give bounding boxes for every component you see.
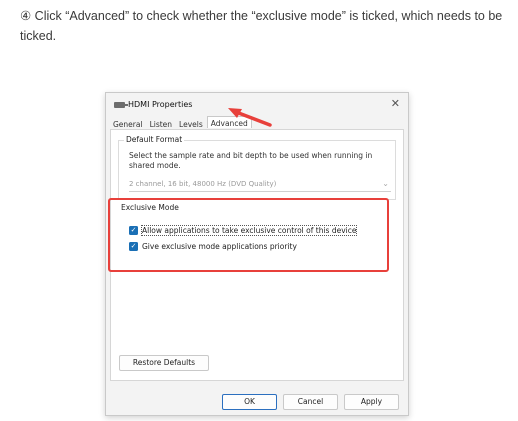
ok-button[interactable]: OK: [222, 394, 277, 410]
cancel-button[interactable]: Cancel: [283, 394, 338, 410]
exclusive-mode-highlight: [108, 198, 389, 272]
restore-defaults-button[interactable]: Restore Defaults: [119, 355, 209, 371]
default-format-label: Default Format: [124, 135, 185, 144]
default-format-value: 2 channel, 16 bit, 48000 Hz (DVD Quality…: [129, 180, 277, 188]
instruction-text: ④ Click “Advanced” to check whether the …: [20, 9, 503, 43]
default-format-dropdown[interactable]: 2 channel, 16 bit, 48000 Hz (DVD Quality…: [129, 177, 391, 192]
default-format-description: Select the sample rate and bit depth to …: [129, 151, 373, 170]
default-format-group: Default Format Select the sample rate an…: [118, 135, 396, 200]
apply-button[interactable]: Apply: [344, 394, 399, 410]
close-button[interactable]: ✕: [391, 97, 400, 110]
red-arrow-icon: [228, 108, 272, 127]
speaker-icon: [114, 102, 128, 108]
chevron-down-icon: ⌄: [382, 179, 389, 188]
dialog-title: HDMI Properties: [128, 100, 193, 109]
